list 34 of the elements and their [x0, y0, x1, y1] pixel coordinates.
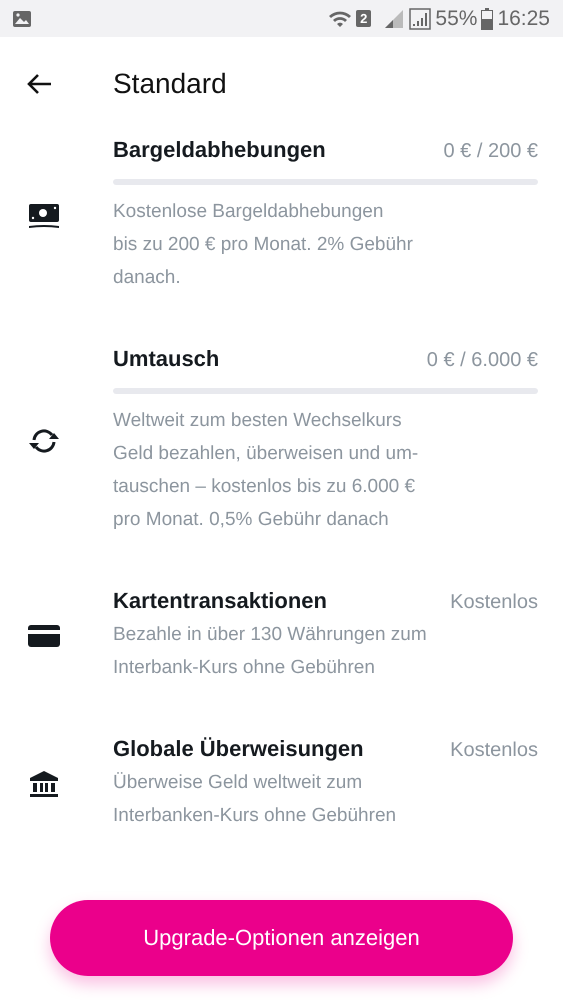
upgrade-options-button[interactable]: Upgrade-Optionen anzeigen: [50, 900, 513, 976]
description-line: pro Monat. 0,5% Gebühr danach: [113, 508, 390, 532]
bank-icon: [28, 770, 58, 798]
section-title: Bargeldabhebungen: [113, 137, 326, 163]
usage-amount: 0 € / 200 €: [443, 140, 538, 163]
description-line: Interbanken-Kurs ohne Gebühren: [113, 804, 398, 828]
battery-percentage: 55%: [435, 6, 478, 30]
signal-icon: [383, 8, 406, 28]
description-line: Geld bezahlen, überweisen und um-: [113, 442, 420, 466]
price-label: Kostenlos: [450, 591, 538, 614]
section-title: Umtausch: [113, 346, 220, 372]
description-line: Interbank-Kurs ohne Gebühren: [113, 656, 376, 680]
description-line: Kostenlose Bargeldabhebungen: [113, 200, 384, 224]
refresh-icon: [26, 428, 60, 454]
section-title: Kartentransaktionen: [113, 588, 327, 614]
card-icon: [28, 625, 60, 647]
image-icon: [12, 10, 32, 28]
clock: 16:25: [497, 6, 550, 30]
description-line: bis zu 200 € pro Monat. 2% Gebühr: [113, 233, 414, 257]
description-line: tauschen – kostenlos bis zu 6.000 €: [113, 475, 416, 499]
description-line: Weltweit zum besten Wechselkurs: [113, 409, 403, 433]
page-title: Standard: [113, 68, 227, 100]
sim-indicator: 2: [356, 10, 372, 27]
price-label: Kostenlos: [450, 739, 538, 762]
signal-icon: [409, 8, 432, 30]
description-line: danach.: [113, 266, 182, 290]
usage-amount: 0 € / 6.000 €: [426, 349, 538, 372]
description-line: Überweise Geld weltweit zum: [113, 771, 364, 795]
back-arrow-icon: [25, 72, 53, 96]
wifi-icon: [328, 8, 352, 28]
banknote-icon: [28, 202, 60, 228]
section-title: Globale Überweisungen: [113, 736, 364, 762]
description-line: Bezahle in über 130 Währungen zum: [113, 623, 428, 647]
battery-icon: [481, 8, 494, 30]
